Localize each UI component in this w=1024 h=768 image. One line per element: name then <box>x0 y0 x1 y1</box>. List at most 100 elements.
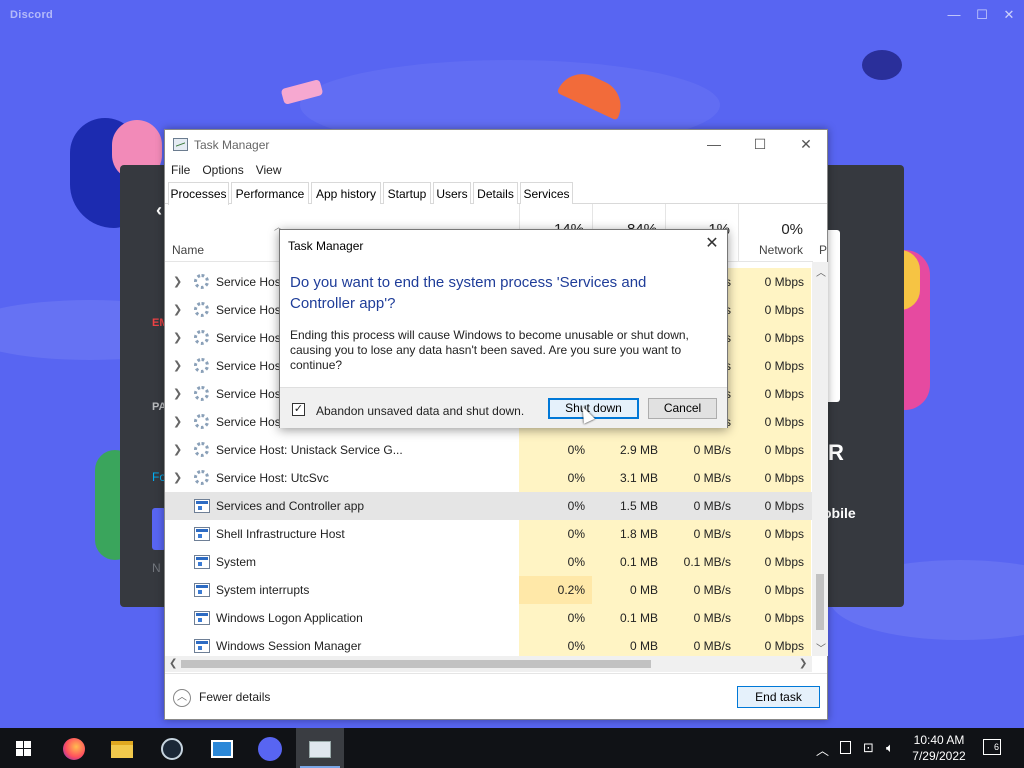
dialog-title: Task Manager <box>288 239 364 253</box>
tab-bar: Processes Performance App history Startu… <box>165 182 827 205</box>
network-label: Network <box>758 243 803 257</box>
expand-chevron-icon[interactable]: ❯ <box>173 296 182 324</box>
dialog-titlebar[interactable]: Task Manager ✕ <box>280 230 727 260</box>
file-explorer-icon[interactable] <box>98 728 146 768</box>
service-gear-icon <box>194 274 209 289</box>
scroll-left-icon[interactable]: ❮ <box>169 658 177 669</box>
service-gear-icon <box>194 470 209 485</box>
expand-chevron-icon[interactable]: ❯ <box>173 380 182 408</box>
end-task-button[interactable]: End task <box>737 686 820 708</box>
process-name: Shell Infrastructure Host <box>216 527 345 541</box>
end-process-dialog: Task Manager ✕ Do you want to end the sy… <box>279 229 728 428</box>
disk-cell: 0.1 MB/s <box>665 548 738 576</box>
remote-desktop-icon[interactable] <box>198 728 246 768</box>
network-cell: 0 Mbps <box>738 464 811 492</box>
menu-view[interactable]: View <box>250 160 288 180</box>
maximize-button[interactable]: ☐ <box>737 130 783 160</box>
task-manager-titlebar[interactable]: Task Manager — ☐ ✕ <box>165 130 827 160</box>
process-name: Service Host <box>216 303 285 317</box>
header-network[interactable]: 0% Network <box>738 204 811 262</box>
header-name[interactable]: Name <box>172 243 204 257</box>
horizontal-scrollbar[interactable]: ❮ ❯ <box>165 656 812 672</box>
abandon-data-checkbox[interactable]: ✓ <box>292 403 305 416</box>
table-row[interactable]: Windows Logon Application 0% 0.1 MB 0 MB/s 0… <box>165 604 813 632</box>
table-row[interactable]: ❯ Service Host: UtcSvc 0% 3.1 MB 0 MB/s 0 Mbp… <box>165 464 813 492</box>
service-gear-icon <box>194 302 209 317</box>
cpu-cell: 0% <box>519 436 592 464</box>
table-row[interactable]: System interrupts 0.2% 0 MB 0 MB/s 0 Mbps <box>165 576 813 604</box>
task-manager-icon[interactable] <box>296 728 344 768</box>
tab-services[interactable]: Services <box>520 182 573 204</box>
memory-cell: 3.1 MB <box>592 464 665 492</box>
service-gear-icon <box>194 358 209 373</box>
fewer-details-link[interactable]: Fewer details <box>199 690 270 704</box>
cpu-cell: 0% <box>519 548 592 576</box>
tab-app-history[interactable]: App history <box>311 182 381 204</box>
tab-users[interactable]: Users <box>433 182 471 204</box>
device-icon[interactable] <box>840 741 851 754</box>
menu-options[interactable]: Options <box>196 160 249 180</box>
network-icon[interactable]: ⊡ <box>863 740 874 756</box>
cpu-cell: 0% <box>519 492 592 520</box>
close-button[interactable]: ✕ <box>783 130 829 160</box>
menu-file[interactable]: File <box>165 160 196 180</box>
dialog-close-icon[interactable]: ✕ <box>697 230 727 260</box>
system-clock[interactable]: 10:40 AM 7/29/2022 <box>908 732 970 764</box>
app-window-icon <box>194 583 210 597</box>
minimize-button[interactable]: — <box>691 130 737 160</box>
header-power-partial[interactable]: P <box>811 204 827 262</box>
scroll-up-icon[interactable]: ︿ <box>816 264 826 279</box>
horizontal-scroll-thumb[interactable] <box>181 660 651 668</box>
action-center-icon[interactable]: 6 <box>983 739 1001 755</box>
tab-startup[interactable]: Startup <box>383 182 431 204</box>
tab-performance[interactable]: Performance <box>231 182 309 204</box>
table-row[interactable]: Shell Infrastructure Host 0% 1.8 MB 0 MB/s 0… <box>165 520 813 548</box>
scroll-right-icon[interactable]: ❯ <box>799 658 807 669</box>
steam-icon[interactable] <box>148 728 196 768</box>
notification-count: 6 <box>993 742 999 752</box>
process-name: Service Host: Unistack Service G... <box>216 443 403 457</box>
clock-time: 10:40 AM <box>913 733 965 747</box>
power-label-partial: P <box>819 243 828 257</box>
app-window-icon <box>194 611 210 625</box>
memory-cell: 0.1 MB <box>592 604 665 632</box>
service-gear-icon <box>194 330 209 345</box>
table-row[interactable]: ❯ Service Host: Unistack Service G... 0% 2.… <box>165 436 813 464</box>
start-button[interactable] <box>0 728 48 768</box>
tab-details[interactable]: Details <box>473 182 518 204</box>
discord-minimize-icon[interactable]: — <box>944 6 964 24</box>
expand-chevron-icon[interactable]: ❯ <box>173 324 182 352</box>
scroll-down-icon[interactable]: ﹀ <box>816 640 826 655</box>
expand-chevron-icon[interactable]: ❯ <box>173 408 182 436</box>
expand-chevron-icon[interactable]: ❯ <box>173 268 182 296</box>
abandon-data-label[interactable]: Abandon unsaved data and shut down. <box>316 404 524 418</box>
expand-chevron-icon[interactable]: ❯ <box>173 464 182 492</box>
table-row[interactable]: Services and Controller app 0% 1.5 MB 0 MB/… <box>165 492 813 520</box>
task-manager-footer: ︿ Fewer details End task <box>165 673 827 720</box>
firefox-icon[interactable] <box>50 728 98 768</box>
discord-maximize-icon[interactable]: ☐ <box>972 6 992 24</box>
discord-close-icon[interactable]: ✕ <box>999 6 1019 24</box>
dialog-heading: Do you want to end the system process 'S… <box>290 274 647 312</box>
process-name: Service Host <box>216 275 285 289</box>
memory-cell: 0.1 MB <box>592 548 665 576</box>
process-name: Service Host <box>216 331 285 345</box>
vertical-scroll-thumb[interactable] <box>816 574 824 630</box>
show-hidden-icons-icon[interactable]: ︿ <box>816 740 829 759</box>
clock-date: 7/29/2022 <box>912 749 966 763</box>
discord-icon[interactable] <box>246 728 294 768</box>
chevron-up-icon[interactable]: ︿ <box>173 689 191 707</box>
vertical-scrollbar[interactable]: ︿ ﹀ <box>812 262 828 656</box>
tab-processes[interactable]: Processes <box>168 182 229 205</box>
network-cell: 0 Mbps <box>738 324 811 352</box>
process-name: Service Host: UtcSvc <box>216 471 329 485</box>
process-name: System interrupts <box>216 583 310 597</box>
process-name: System <box>216 555 257 569</box>
cpu-cell: 0% <box>519 520 592 548</box>
table-row[interactable]: System 0% 0.1 MB 0.1 MB/s 0 Mbps <box>165 548 813 576</box>
expand-chevron-icon[interactable]: ❯ <box>173 436 182 464</box>
volume-icon[interactable]: 🔈︎ <box>886 740 894 756</box>
expand-chevron-icon[interactable]: ❯ <box>173 352 182 380</box>
back-chevron-icon[interactable]: ‹ <box>156 200 162 221</box>
cancel-button[interactable]: Cancel <box>648 398 717 419</box>
